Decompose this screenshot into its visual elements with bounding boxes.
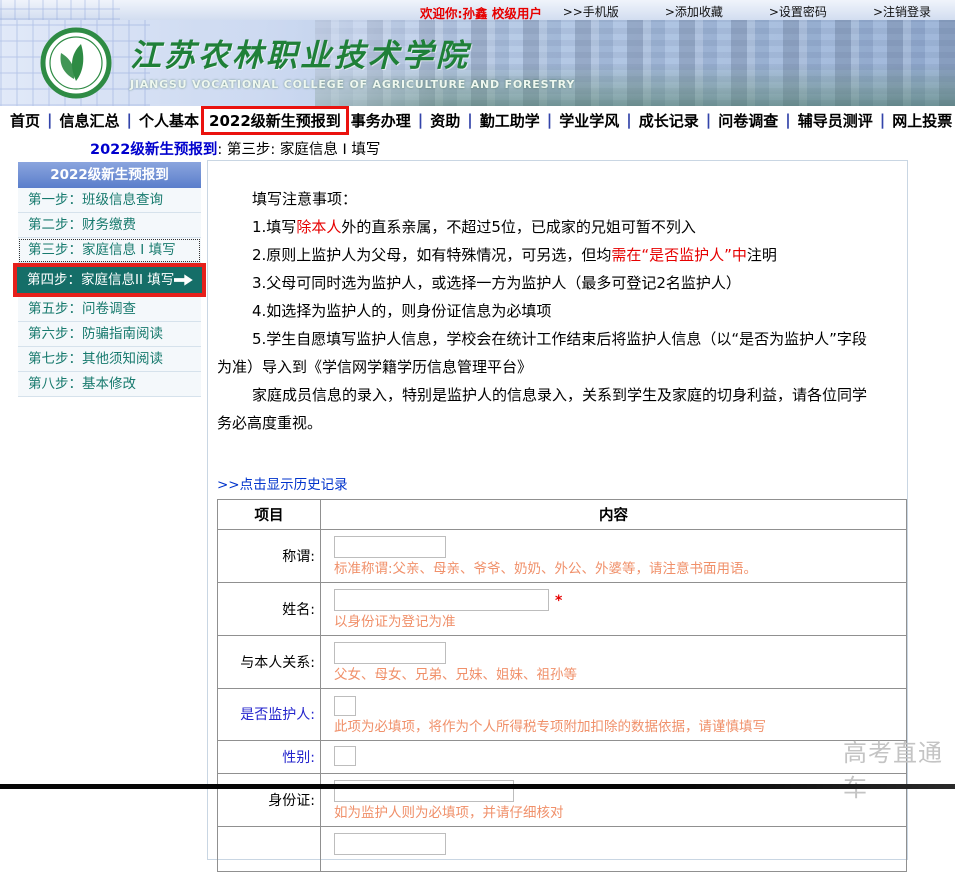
- notes-line-6: 家庭成员信息的录入，特别是监护人的信息录入，关系到学生及家庭的切身利益，请各位同…: [217, 381, 877, 437]
- nav-separator: |: [626, 111, 631, 129]
- table-row: 性别:: [218, 740, 907, 773]
- notes-line-5: 5.学生自愿填写监护人信息，学校会在统计工作结束后将监护人信息（以“是否为监护人…: [217, 325, 877, 381]
- title-label: 称谓:: [218, 530, 321, 583]
- nav-separator: |: [467, 111, 472, 129]
- id-card-input[interactable]: [334, 780, 514, 802]
- guardian-label: 是否监护人:: [218, 689, 321, 741]
- top-links: >>手机版 >添加收藏 >设置密码 >注销登录: [563, 3, 931, 20]
- gender-input[interactable]: [334, 746, 356, 766]
- table-row: 与本人关系: 父女、母女、兄弟、兄妹、姐妹、祖孙等: [218, 636, 907, 689]
- nav-item-questionnaire[interactable]: 问卷调查: [718, 110, 778, 131]
- nav-separator: |: [418, 111, 423, 129]
- notes-title: 填写注意事项：: [217, 185, 877, 213]
- relation-input[interactable]: [334, 642, 446, 664]
- show-history-link[interactable]: >>点击显示历史记录: [217, 473, 348, 493]
- sidebar-item-label: 第四步：家庭信息II 填写: [27, 267, 174, 293]
- notes-line-3: 3.父母可同时选为监护人，或选择一方为监护人（最多可登记2名监护人）: [217, 269, 877, 297]
- notes-line-1: 1.填写除本人外的直系亲属，不超过5位，已成家的兄姐可暂不列入: [217, 213, 877, 241]
- sidebar-item-step8-basic-edit[interactable]: 第八步：基本修改: [18, 372, 201, 397]
- nav-item-counselor-review[interactable]: 辅导员测评: [798, 110, 873, 131]
- table-row: 是否监护人: 此项为必填项，将作为个人所得税专项附加扣除的数据依据，请谨慎填写: [218, 689, 907, 741]
- id-card-hint: 如为监护人则为必填项，并请仔细核对: [334, 805, 898, 822]
- nav-item-affairs[interactable]: 事务办理: [351, 110, 411, 131]
- nav-item-info-summary[interactable]: 信息汇总: [60, 110, 120, 131]
- table-row: 身份证: 如为监护人则为必填项，并请仔细核对: [218, 773, 907, 826]
- college-logo-icon: [40, 27, 112, 99]
- table-row: 称谓: 标准称谓:父亲、母亲、爷爷、奶奶、外公、外婆等，请注意书面用语。: [218, 530, 907, 583]
- nav-separator: |: [127, 111, 132, 129]
- set-password-link[interactable]: >设置密码: [769, 3, 827, 20]
- relation-label: 与本人关系:: [218, 636, 321, 689]
- title-hint: 标准称谓:父亲、母亲、爷爷、奶奶、外公、外婆等，请注意书面用语。: [334, 561, 898, 578]
- college-name-english: JIANGSU VOCATIONAL COLLEGE OF AGRICULTUR…: [130, 78, 575, 91]
- top-utility-bar: 欢迎你:孙鑫 校级用户 >>手机版 >添加收藏 >设置密码 >注销登录: [0, 0, 955, 20]
- nav-separator: |: [880, 111, 885, 129]
- preregistration-steps-sidebar: 2022级新生预报到 第一步：班级信息查询 第二步：财务缴费 第三步：家庭信息 …: [18, 162, 201, 397]
- site-banner: 江苏农林职业技术学院 JIANGSU VOCATIONAL COLLEGE OF…: [0, 20, 955, 106]
- nav-item-2022-freshman-preregistration[interactable]: 2022级新生预报到: [201, 106, 349, 135]
- annotation-highlight-box: 第四步：家庭信息II 填写: [13, 263, 206, 297]
- nav-item-academics[interactable]: 学业学风: [559, 110, 619, 131]
- form-notes: 填写注意事项： 1.填写除本人外的直系亲属，不超过5位，已成家的兄姐可暂不列入 …: [217, 185, 877, 437]
- clipped-row-label: [218, 826, 321, 871]
- table-row: 姓名: * 以身份证为登记为准: [218, 583, 907, 636]
- nav-item-online-voting[interactable]: 网上投票: [892, 110, 952, 131]
- logout-link[interactable]: >注销登录: [873, 3, 931, 20]
- sidebar-item-step4-family-info-2[interactable]: 第四步：家庭信息II 填写: [17, 267, 202, 293]
- guardian-checkbox[interactable]: [334, 696, 356, 716]
- relation-hint: 父女、母女、兄弟、兄妹、姐妹、祖孙等: [334, 667, 898, 684]
- sidebar-item-step1-class-info[interactable]: 第一步：班级信息查询: [18, 188, 201, 213]
- nav-item-growth-record[interactable]: 成长记录: [639, 110, 699, 131]
- add-favorite-link[interactable]: >添加收藏: [665, 3, 723, 20]
- sidebar-item-step5-questionnaire[interactable]: 第五步：问卷调查: [18, 297, 201, 322]
- gaokao-zhitongche-watermark: 高考直通车: [843, 733, 955, 803]
- column-header-item: 项目: [218, 500, 321, 530]
- guardian-hint: 此项为必填项，将作为个人所得税专项附加扣除的数据依据，请谨慎填写: [334, 719, 898, 736]
- nav-item-funding[interactable]: 资助: [430, 110, 460, 131]
- nav-separator: |: [706, 111, 711, 129]
- breadcrumb-step: : 第三步: 家庭信息 I 填写: [217, 142, 380, 158]
- name-label: 姓名:: [218, 583, 321, 636]
- sidebar-title: 2022级新生预报到: [18, 162, 201, 188]
- sidebar-item-step7-other-notices[interactable]: 第七步：其他须知阅读: [18, 347, 201, 372]
- sidebar-item-step3-family-info-1[interactable]: 第三步：家庭信息 I 填写: [18, 238, 201, 263]
- column-header-content: 内容: [321, 500, 907, 530]
- mobile-version-link[interactable]: >>手机版: [563, 3, 619, 20]
- gender-label: 性别:: [218, 740, 321, 773]
- sidebar-item-step6-antifraud-reading[interactable]: 第六步：防骗指南阅读: [18, 322, 201, 347]
- main-nav: 首页 | 信息汇总 | 个人基本 2022级新生预报到 事务办理 | 资助 | …: [0, 106, 955, 134]
- nav-separator: |: [547, 111, 552, 129]
- name-input[interactable]: [334, 589, 549, 611]
- id-card-label: 身份证:: [218, 773, 321, 826]
- bottom-edge-strip: [0, 784, 955, 789]
- notes-line-2: 2.原则上监护人为父母，如有特殊情况，可另选，但均需在“是否监护人”中注明: [217, 241, 877, 269]
- name-hint: 以身份证为登记为准: [334, 614, 898, 631]
- breadcrumb: 2022级新生预报到: 第三步: 家庭信息 I 填写: [90, 138, 380, 159]
- nav-separator: |: [785, 111, 790, 129]
- title-input[interactable]: [334, 536, 446, 558]
- notes-line-4: 4.如选择为监护人的，则身份证信息为必填项: [217, 297, 877, 325]
- nav-item-work-study[interactable]: 勤工助学: [480, 110, 540, 131]
- nav-item-personal-basic[interactable]: 个人基本: [139, 110, 199, 131]
- required-asterisk: *: [555, 593, 562, 609]
- clipped-row-input[interactable]: [334, 833, 446, 855]
- main-content-panel: 填写注意事项： 1.填写除本人外的直系亲属，不超过5位，已成家的兄姐可暂不列入 …: [207, 160, 908, 860]
- sidebar-item-step2-payment[interactable]: 第二步：财务缴费: [18, 213, 201, 238]
- college-name-chinese: 江苏农林职业技术学院: [130, 30, 575, 75]
- family-info-form-table: 项目 内容 称谓: 标准称谓:父亲、母亲、爷爷、奶奶、外公、外婆等，请注意书面用…: [217, 499, 907, 872]
- nav-separator: |: [47, 111, 52, 129]
- table-row-partial: [218, 826, 907, 871]
- current-step-arrow-icon: [174, 274, 193, 286]
- decorative-grid-pattern: [0, 0, 120, 20]
- breadcrumb-section: 2022级新生预报到: [90, 142, 217, 158]
- nav-item-home[interactable]: 首页: [10, 110, 40, 131]
